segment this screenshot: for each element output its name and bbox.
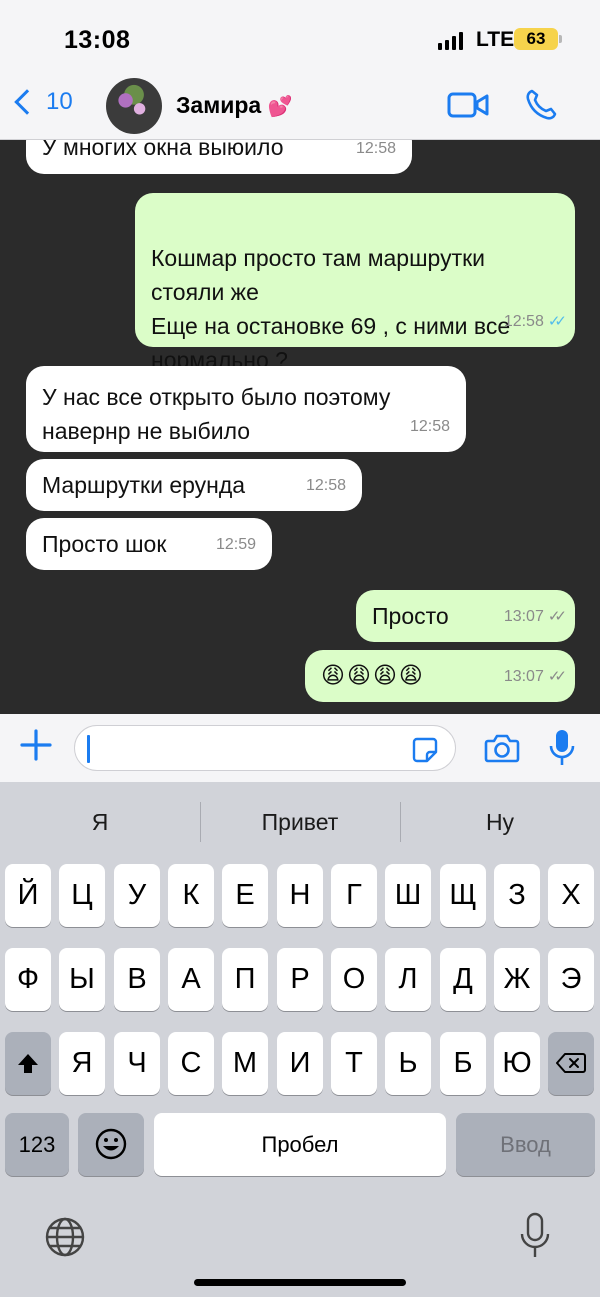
dictation-icon[interactable] [520,1212,550,1260]
battery-icon: 63 [514,28,558,50]
emoji-icon [95,1128,127,1160]
status-time: 13:08 [64,26,131,54]
key[interactable]: Г [331,864,377,927]
key[interactable]: Ю [494,1032,540,1095]
backspace-icon [556,1053,586,1073]
key[interactable]: Ф [5,948,51,1011]
keyboard: Я Привет Ну Й Ц У К Е Н Г Ш Щ З Х Ф Ы В … [0,782,600,1297]
video-call-icon[interactable] [447,90,489,120]
emoji-key[interactable] [78,1113,144,1176]
read-checks-icon: ✓✓ [547,313,567,330]
composer-bar [0,714,600,782]
return-key[interactable]: Ввод [456,1113,595,1176]
key[interactable]: К [168,864,214,927]
key[interactable]: А [168,948,214,1011]
unread-count: 10 [46,88,73,115]
message-bubble[interactable]: Кошмар просто там маршрутки стояли же Ещ… [135,193,575,373]
message-time: 12:58 [355,140,396,157]
key[interactable]: З [494,864,540,927]
message-input[interactable] [74,725,456,771]
phone-icon[interactable] [524,88,558,122]
key[interactable]: Т [331,1032,377,1095]
key[interactable]: Я [59,1032,105,1095]
message-text: Маршрутки ерунда [42,472,246,498]
avatar[interactable] [106,78,162,134]
message-time: 12:58 [409,418,450,435]
key[interactable]: Д [440,948,486,1011]
key[interactable]: Ж [494,948,540,1011]
message-time: 13:07 ✓✓ [504,600,567,634]
key[interactable]: Л [385,948,431,1011]
key[interactable]: Х [548,864,594,927]
contact-name[interactable]: Замира 💕 [176,92,293,119]
suggestion-3[interactable]: Ну [400,802,600,842]
message-text: 😩😩😩😩 [321,662,425,688]
numbers-key[interactable]: 123 [5,1113,69,1176]
key[interactable]: Н [277,864,323,927]
network-label: LTE [476,28,515,51]
message-bubble[interactable]: Маршрутки ерунда 12:58 [26,459,362,511]
key[interactable]: Ш [385,864,431,927]
suggestion-2[interactable]: Привет [200,802,400,842]
key[interactable]: В [114,948,160,1011]
message-bubble[interactable]: Просто 13:07 ✓✓ [356,590,575,642]
contact-name-text: Замира [176,92,262,118]
key[interactable]: Э [548,948,594,1011]
battery-tip [559,35,562,43]
message-text: Кошмар просто там маршрутки стояли же Ещ… [151,245,511,373]
delivered-checks-icon: ✓✓ [547,668,567,685]
message-text: Просто шок [42,531,167,557]
key[interactable]: Ч [114,1032,160,1095]
key[interactable]: Ц [59,864,105,927]
suggestion-1[interactable]: Я [0,802,200,842]
home-indicator[interactable] [194,1279,406,1286]
back-button[interactable]: 10 [12,88,73,116]
globe-icon[interactable] [44,1216,86,1258]
message-time: 12:58 [305,477,346,494]
key[interactable]: Щ [440,864,486,927]
backspace-key[interactable] [548,1032,594,1095]
key[interactable]: О [331,948,377,1011]
key[interactable]: Е [222,864,268,927]
delivered-checks-icon: ✓✓ [547,608,567,625]
message-text: Просто [372,603,449,629]
camera-icon[interactable] [484,733,520,763]
shift-icon [18,1054,38,1073]
microphone-icon[interactable] [549,728,575,768]
message-time: 12:59 [215,536,256,553]
signal-icon [438,32,463,50]
message-text: У нас все открыто было поэтому навернр н… [42,384,391,444]
top-bar: 13:08 LTE 63 10 Замира 💕 [0,0,600,140]
key[interactable]: П [222,948,268,1011]
space-key[interactable]: Пробел [154,1113,446,1176]
key[interactable]: Й [5,864,51,927]
key[interactable]: М [222,1032,268,1095]
key[interactable]: Ь [385,1032,431,1095]
message-bubble[interactable]: 😩😩😩😩 13:07 ✓✓ [305,650,575,702]
key[interactable]: Ы [59,948,105,1011]
message-bubble[interactable]: У нас все открыто было поэтому навернр н… [26,366,466,452]
text-caret [87,735,90,763]
message-time: 12:58 ✓✓ [504,305,567,339]
message-bubble[interactable]: Просто шок 12:59 [26,518,272,570]
shift-key[interactable] [5,1032,51,1095]
sticker-icon[interactable] [411,736,439,764]
message-bubble[interactable]: У многих окна выюило 12:58 [26,140,412,174]
chevron-left-icon [14,89,40,115]
contact-emoji: 💕 [267,96,293,118]
chat-area[interactable]: У многих окна выюило 12:58 Кошмар просто… [0,140,600,714]
key[interactable]: Б [440,1032,486,1095]
message-text: У многих окна выюило [42,140,284,160]
message-time: 13:07 ✓✓ [504,660,567,694]
plus-icon[interactable] [19,728,53,762]
suggestion-bar: Я Привет Ну [0,802,600,842]
key[interactable]: Р [277,948,323,1011]
key[interactable]: У [114,864,160,927]
key[interactable]: И [277,1032,323,1095]
key[interactable]: С [168,1032,214,1095]
